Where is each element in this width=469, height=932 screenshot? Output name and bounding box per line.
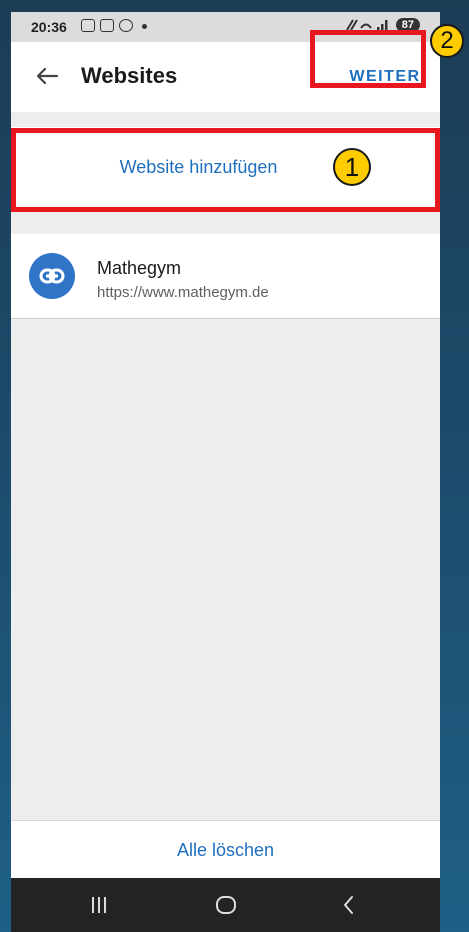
next-button-highlight [310, 30, 426, 88]
system-nav-bar [11, 878, 440, 932]
website-url: https://www.mathegym.de [97, 284, 269, 301]
status-time: 20:36 [31, 19, 67, 35]
link-icon [29, 253, 75, 299]
website-list: Mathegym https://www.mathegym.de [11, 234, 440, 319]
page-title: Websites [81, 63, 178, 88]
bottom-bar: Alle löschen [11, 820, 440, 879]
clear-all-button[interactable]: Alle löschen [11, 821, 440, 879]
step-badge-1: 1 [333, 148, 371, 186]
more-notifications-icon [142, 24, 147, 29]
screenshot-icon [81, 19, 95, 32]
back-chevron-icon[interactable] [337, 893, 361, 917]
calendar-icon [100, 19, 114, 32]
website-title: Mathegym [97, 258, 182, 278]
recents-icon[interactable] [87, 893, 111, 917]
list-item[interactable]: Mathegym https://www.mathegym.de [11, 234, 440, 319]
notification-icons [81, 19, 147, 32]
add-website-highlight [11, 128, 440, 212]
check-icon [119, 19, 133, 32]
home-icon[interactable] [214, 893, 238, 917]
arrow-left-icon[interactable] [33, 62, 61, 90]
step-badge-2: 2 [430, 24, 464, 58]
